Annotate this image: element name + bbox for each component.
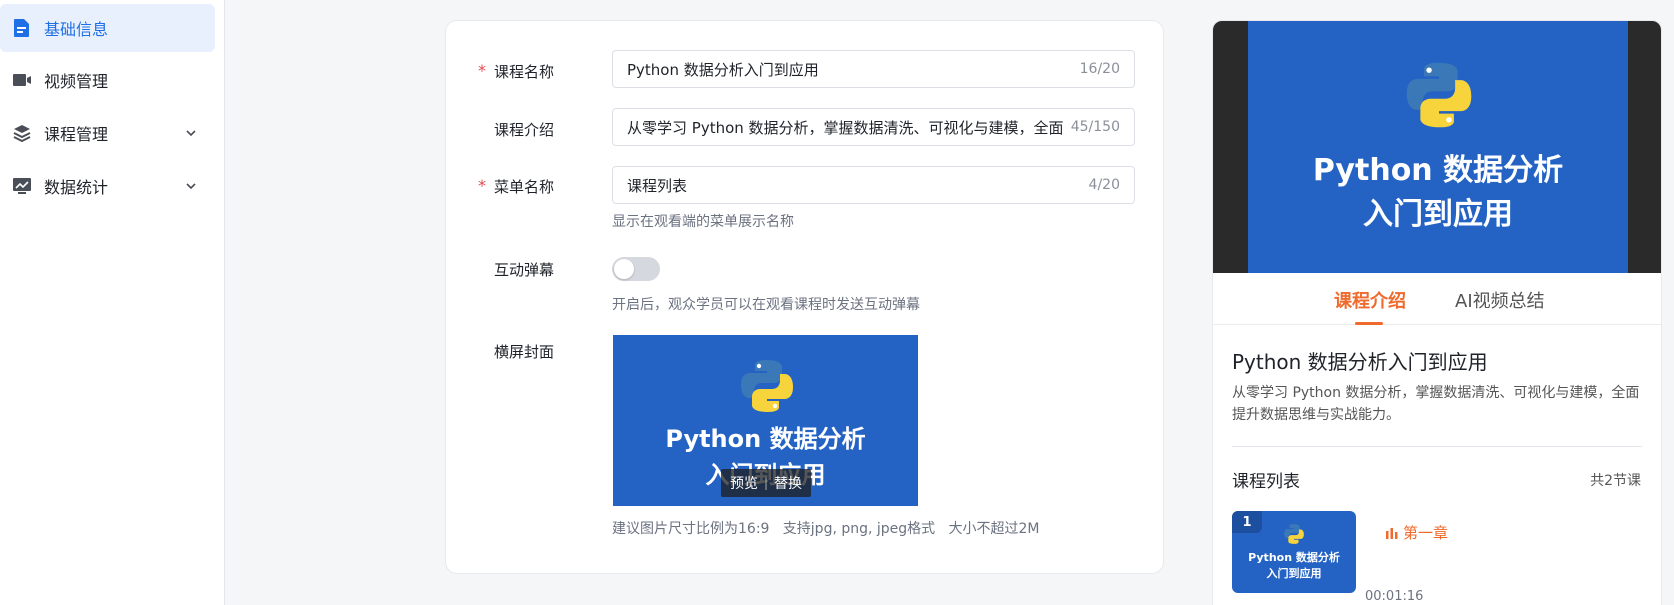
menu-name-count: 4/20 [1084,177,1120,193]
mobile-preview: Python 数据分析 入门到应用 课程介绍 AI视频总结 Python 数据分… [1212,20,1662,605]
cover-replace-button[interactable]: 替换 [774,473,802,493]
menu-name-input[interactable]: 课程列表 4/20 [612,166,1135,204]
preview-tabs: 课程介绍 AI视频总结 [1213,273,1661,325]
course-name-input[interactable]: Python 数据分析入门到应用 16/20 [612,50,1135,88]
video-cover: Python 数据分析 入门到应用 [1248,21,1628,273]
course-intro-label: 课程介绍 [494,121,555,139]
menu-name-hint: 显示在观看端的菜单展示名称 [612,214,794,230]
required-mark: * [478,176,486,195]
sidebar-item-label: 数据统计 [44,178,109,197]
chart-icon [12,176,32,196]
chevron-down-icon[interactable] [183,178,199,194]
playing-bars-icon [1386,527,1398,539]
lesson-duration: 00:01:16 [1365,589,1424,604]
python-logo-icon [1406,62,1472,128]
danmaku-hint: 开启后，观众学员可以在观看课程时发送互动弹幕 [612,297,920,313]
cover-label: 横屏封面 [494,343,555,361]
cover-title-line1: Python 数据分析 [665,425,866,453]
video-player[interactable]: Python 数据分析 入门到应用 [1213,21,1661,273]
tab-course-intro[interactable]: 课程介绍 [1334,287,1406,313]
cover-actions: 预览 | 替换 [721,469,811,497]
preview-course-title: Python 数据分析入门到应用 [1232,350,1488,374]
toggle-knob [614,259,634,279]
sidebar-item-label: 课程管理 [44,125,109,144]
lesson-count: 共2节课 [1590,473,1641,489]
course-intro-input[interactable]: 从零学习 Python 数据分析，掌握数据清洗、可视化与建模，全面 45/150 [612,108,1135,146]
cover-preview-button[interactable]: 预览 [730,473,758,493]
layers-icon [12,123,32,143]
tab-ai-summary[interactable]: AI视频总结 [1455,287,1545,313]
lesson-index-badge: 1 [1232,511,1262,533]
lesson-name[interactable]: 第一章 [1385,522,1448,543]
video-icon [12,70,32,90]
course-name-label: 课程名称 [494,63,555,81]
sidebar: 基础信息 视频管理 课程管理 数据统计 [0,0,225,605]
lesson-thumbnail[interactable]: 1 Python 数据分析 入门到应用 [1232,511,1356,593]
cover-image[interactable]: Python 数据分析 入门到应用 预览 | 替换 [613,335,918,506]
sidebar-item-data-stats[interactable]: 数据统计 [0,162,215,210]
danmaku-toggle[interactable] [612,257,660,281]
video-title-line2: 入门到应用 [1363,197,1513,232]
sidebar-item-video-manage[interactable]: 视频管理 [0,56,215,104]
divider: | [763,476,769,490]
active-tab-indicator [1355,322,1383,325]
divider [1232,446,1642,447]
sidebar-item-basic-info[interactable]: 基础信息 [0,4,215,52]
python-logo-icon [1284,524,1304,544]
course-name-value: Python 数据分析入门到应用 [627,60,819,79]
python-logo-icon [741,360,793,412]
document-icon [12,18,32,38]
danmaku-label: 互动弹幕 [494,261,555,279]
menu-name-value: 课程列表 [627,176,688,195]
menu-name-label: 菜单名称 [494,178,555,196]
basic-info-form: * 课程名称 Python 数据分析入门到应用 16/20 课程介绍 从零学习 … [445,20,1164,574]
cover-hint: 建议图片尺寸比例为16:9 支持jpg, png, jpeg格式 大小不超过2M [612,521,1040,537]
required-mark: * [478,61,486,80]
lesson-thumb-line2: 入门到应用 [1266,567,1322,580]
course-intro-value: 从零学习 Python 数据分析，掌握数据清洗、可视化与建模，全面 [627,118,1064,137]
course-name-count: 16/20 [1075,61,1120,77]
sidebar-item-label: 视频管理 [44,72,109,91]
lesson-list-title: 课程列表 [1232,472,1300,492]
lesson-thumb-line1: Python 数据分析 [1248,551,1340,564]
course-intro-count: 45/150 [1066,119,1120,135]
sidebar-item-label: 基础信息 [44,20,109,39]
chevron-down-icon[interactable] [183,125,199,141]
lesson-name-label: 第一章 [1403,524,1449,542]
sidebar-item-course-manage[interactable]: 课程管理 [0,109,215,157]
video-title-line1: Python 数据分析 [1312,153,1564,188]
app-root: 基础信息 视频管理 课程管理 数据统计 * 课程名称 Python 数据分析入门… [0,0,1674,605]
preview-course-description: 从零学习 Python 数据分析，掌握数据清洗、可视化与建模，全面提升数据思维与… [1232,385,1640,423]
